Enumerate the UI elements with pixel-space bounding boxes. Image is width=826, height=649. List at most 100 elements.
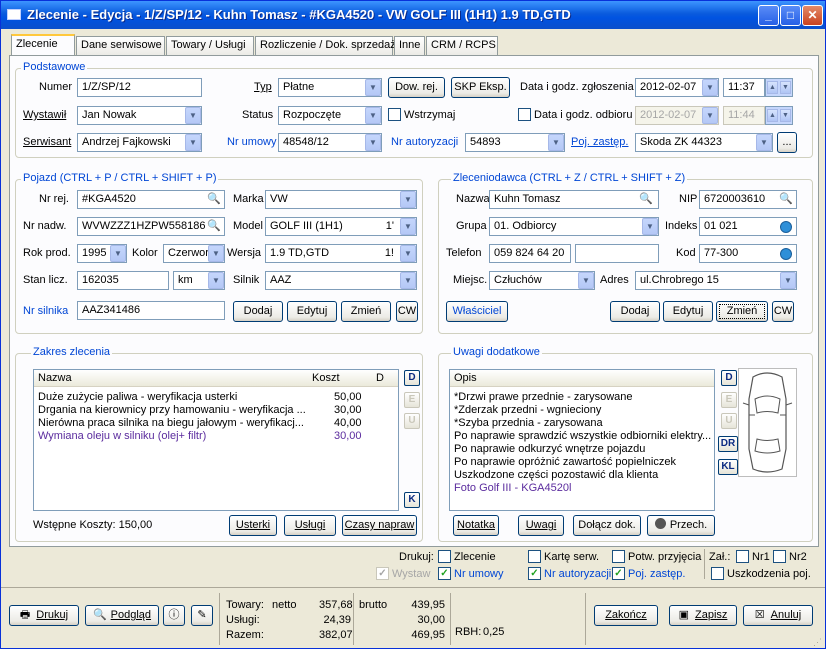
podglad-button[interactable]: 🔍 Podgląd [85,605,159,626]
scope-k-button[interactable]: K [404,492,420,508]
chevron-down-icon[interactable]: ▼ [400,218,416,235]
typ-select[interactable]: Płatne ▼ [278,78,382,97]
notes-dr-button[interactable]: DR [718,436,738,452]
chevron-down-icon[interactable]: ▼ [208,245,224,262]
scope-d-button[interactable]: D [404,370,420,386]
scope-u-button[interactable]: U [404,413,420,429]
status-select[interactable]: Rozpoczęte ▼ [278,106,382,125]
czasy-napraw-button[interactable]: Czasy napraw [342,515,417,536]
title-bar[interactable]: Zlecenie - Edycja - 1/Z/SP/12 - Kuhn Tom… [1,1,825,29]
chevron-down-icon[interactable]: ▼ [702,79,718,96]
poj-zastep-label[interactable]: Poj. zastęp. [571,136,628,148]
data-zgloszenia-input[interactable]: 2012-02-07 ▼ [635,78,719,97]
poj-zastep-select[interactable]: Skoda ZK 44323 ▼ [635,133,773,152]
chevron-down-icon[interactable]: ▼ [548,134,564,151]
tab-zlecenie[interactable]: Zlecenie [11,34,75,56]
list-item[interactable]: *Zderzak przedni - wgnieciony [454,404,601,417]
nr-umowy-select[interactable]: 48548/12 ▼ [278,133,382,152]
notes-d-button[interactable]: D [721,370,737,386]
client-edytuj-button[interactable]: Edytuj [663,301,713,322]
chevron-down-icon[interactable]: ▼ [780,272,796,289]
vehicle-zmien-button[interactable]: Zmień [341,301,391,322]
info-button[interactable]: ⓘ [163,605,185,626]
list-item[interactable]: Duże zużycie paliwa - weryfikacja usterk… [38,391,237,404]
stan-licz-input[interactable]: 162035 [77,271,169,290]
tab-crm-rcps[interactable]: CRM / RCPS [426,36,498,55]
scope-e-button[interactable]: E [404,392,420,408]
zakoncz-button[interactable]: Zakończ [594,605,658,626]
data-odbioru-checkbox[interactable] [518,108,531,121]
chevron-down-icon[interactable]: ▼ [400,245,416,262]
potw-przyjecia-checkbox[interactable] [612,550,625,563]
nr-umowy-checkbox[interactable]: ✓ [438,567,451,580]
chevron-down-icon[interactable]: ▼ [702,107,718,124]
chevron-down-icon[interactable]: ▼ [400,191,416,208]
karte-serw-checkbox[interactable] [528,550,541,563]
telefon2-input[interactable] [575,244,659,263]
client-cw-button[interactable]: CW [772,301,794,322]
model-select[interactable]: GOLF III (1H1) 1' ▼ [265,217,417,236]
list-item[interactable]: Wymiana oleju w silniku (olej+ filtr) [38,430,206,443]
usterki-button[interactable]: Usterki [229,515,277,536]
chevron-down-icon[interactable]: ▼ [642,218,658,235]
chevron-down-icon[interactable]: ▼ [365,134,381,151]
car-diagram-icon[interactable] [738,368,797,477]
dolacz-dok-button[interactable]: Dołącz dok. [573,515,641,536]
data-odbioru-input[interactable]: 2012-02-07 ▼ [635,106,719,125]
nr-autoryzacji-label[interactable]: Nr autoryzacji [391,136,458,148]
search-icon[interactable]: 🔍 [207,192,221,205]
wlasciciel-button[interactable]: Właściciel [446,301,508,322]
chevron-down-icon[interactable]: ▼ [185,107,201,124]
numer-input[interactable]: 1/Z/SP/12 [77,78,202,97]
zlecenie-checkbox[interactable] [438,550,451,563]
nr2-checkbox[interactable] [773,550,786,563]
nr-umowy-label[interactable]: Nr umowy [227,136,277,148]
chevron-down-icon[interactable]: ▼ [578,272,594,289]
list-item[interactable]: *Drzwi prawe przednie - zarysowane [454,391,633,404]
client-zmien-button[interactable]: Zmień [716,301,768,322]
list-item[interactable]: Foto Golf III - KGA4520l [454,482,571,495]
godz-zgloszenia-input[interactable]: 11:37 [723,78,765,97]
godz-zgloszenia-spinner[interactable]: ▲ ▼ [765,78,793,97]
client-dodaj-button[interactable]: Dodaj [610,301,660,322]
wystawil-select[interactable]: Jan Nowak ▼ [77,106,202,125]
telefon-input[interactable]: 059 824 64 20 [489,244,571,263]
maximize-button[interactable]: □ [780,5,801,26]
close-button[interactable]: ✕ [802,5,823,26]
kolor-select[interactable]: Czerwor ▼ [163,244,225,263]
list-item[interactable]: Nierówna praca silnika na biegu jałowym … [38,417,304,430]
dow-rej-button[interactable]: Dow. rej. [388,77,445,98]
silnik-select[interactable]: AAZ ▼ [265,271,417,290]
vehicle-cw-button[interactable]: CW [396,301,418,322]
vehicle-dodaj-button[interactable]: Dodaj [233,301,283,322]
search-icon[interactable]: 🔍 [779,192,793,205]
godz-odbioru-input[interactable]: 11:44 [723,106,765,125]
notes-e-button[interactable]: E [721,392,737,408]
minimize-button[interactable]: _ [758,5,779,26]
drukuj-button[interactable]: 🖶 Drukuj [9,605,79,626]
anuluj-button[interactable]: ☒ Anuluj [743,605,813,626]
grupa-select[interactable]: 01. Odbiorcy ▼ [489,217,659,236]
chevron-down-icon[interactable]: ▼ [365,79,381,96]
chevron-down-icon[interactable]: ▼ [365,107,381,124]
refresh-icon[interactable] [780,221,792,233]
notes-list[interactable]: Opis *Drzwi prawe przednie - zarysowane … [449,369,715,511]
edit-button[interactable]: ✎ [191,605,213,626]
chevron-down-icon[interactable]: ▼ [110,245,126,262]
godz-odbioru-spinner[interactable]: ▲ ▼ [765,106,793,125]
wstrzymaj-checkbox[interactable] [388,108,401,121]
chevron-down-icon[interactable]: ▼ [185,134,201,151]
col-d[interactable]: D [376,372,384,385]
km-select[interactable]: km ▼ [173,271,225,290]
marka-select[interactable]: VW ▼ [265,190,417,209]
poj-zastep-more-button[interactable]: ... [777,132,797,153]
skp-eksp-button[interactable]: SKP Eksp. [451,77,510,98]
przech-button[interactable]: Przech. [647,515,715,536]
chevron-down-icon[interactable]: ▼ [756,134,772,151]
adres-select[interactable]: ul.Chrobrego 15 ▼ [635,271,797,290]
uwagi-button[interactable]: Uwagi [518,515,564,536]
refresh-icon[interactable] [780,248,792,260]
list-item[interactable]: Po naprawie sprawdzić wszystkie odbiorni… [454,430,711,443]
tab-towary-uslugi[interactable]: Towary / Usługi [166,36,254,55]
wystaw-checkbox[interactable]: ✓ [376,567,389,580]
